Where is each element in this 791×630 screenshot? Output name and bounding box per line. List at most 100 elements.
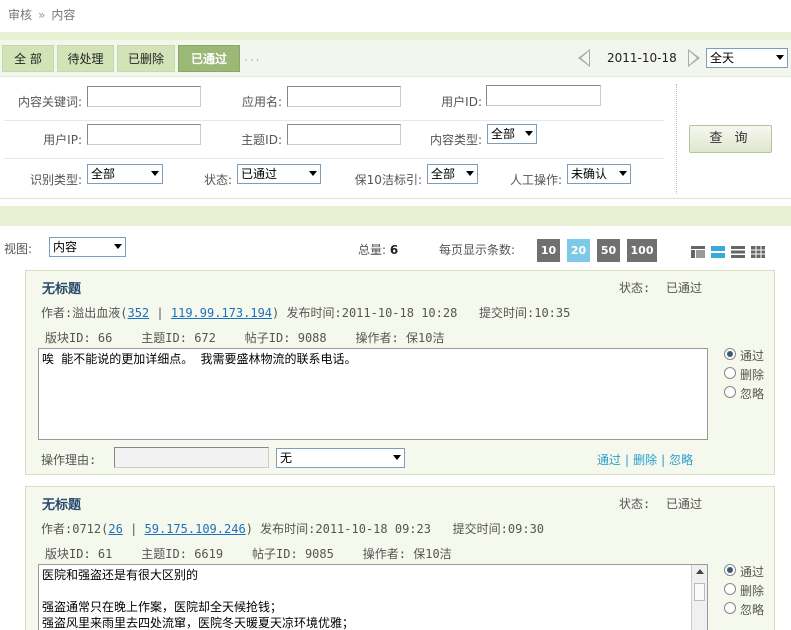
breadcrumb-audit[interactable]: 审核: [8, 8, 32, 22]
post-id-label: 帖子ID:: [244, 331, 291, 345]
publish-label: 发布时间:: [286, 306, 342, 320]
bao10-value: 全部: [431, 167, 456, 181]
content-type-value: 全部: [491, 127, 516, 141]
chevron-down-icon: [309, 171, 317, 176]
filter-separator: [676, 84, 677, 194]
page-size-50[interactable]: 50: [597, 239, 620, 262]
tab-pending[interactable]: 待处理: [57, 45, 114, 72]
tab-deleted[interactable]: 已删除: [117, 45, 175, 72]
reason-input[interactable]: [114, 447, 269, 468]
chevron-down-icon: [619, 171, 627, 176]
tab-more: ...: [244, 50, 262, 64]
status-select[interactable]: 已通过: [237, 164, 321, 184]
keyword-input[interactable]: [87, 86, 201, 107]
author-label: 作者:: [41, 522, 73, 536]
author-ip-link[interactable]: 119.99.173.194: [171, 306, 272, 320]
author-uid-link[interactable]: 26: [108, 522, 122, 536]
tab-approved[interactable]: 已通过: [178, 45, 240, 72]
total-count: 总量: 6: [358, 241, 398, 258]
manual-op-label: 人工操作:: [509, 173, 562, 187]
operator: 保10洁: [413, 547, 452, 561]
recognition-type-select[interactable]: 全部: [87, 164, 163, 184]
card-meta: 作者:0712(26 | 59.175.109.246) 发布时间:2011-1…: [41, 522, 545, 536]
delete-link[interactable]: 删除: [633, 453, 657, 467]
card-title: 无标题: [42, 282, 82, 297]
author-name: 0712: [72, 522, 102, 536]
topic-id: 672: [194, 331, 216, 345]
approve-radio[interactable]: [724, 564, 736, 576]
filter-divider: [4, 120, 664, 121]
author-name: 溢出血液: [72, 306, 121, 320]
user-ip-input[interactable]: [87, 124, 201, 145]
approve-link[interactable]: 通过: [597, 453, 621, 467]
chevron-down-icon: [151, 171, 159, 176]
reason-select[interactable]: 无: [276, 448, 405, 468]
content-type-select[interactable]: 全部: [487, 124, 537, 144]
meta-separator: |: [156, 306, 164, 320]
chevron-down-icon: [776, 55, 784, 60]
view-mode-list-icon[interactable]: [711, 246, 725, 258]
app-name-input[interactable]: [287, 86, 401, 107]
manual-op-select[interactable]: 未确认: [567, 164, 631, 184]
view-label: 视图:: [4, 242, 33, 256]
author-ip-link[interactable]: 59.175.109.246: [145, 522, 246, 536]
delete-radio[interactable]: [724, 583, 736, 595]
card-ids: 版块ID: 66 主题ID: 672 帖子ID: 9088 操作者: 保10洁: [45, 329, 444, 346]
period-select[interactable]: 全天: [706, 48, 788, 68]
topic-id-label: 主题ID:: [241, 133, 282, 147]
user-id-label: 用户ID:: [441, 95, 482, 109]
delete-radio-label: 删除: [740, 368, 765, 382]
content-textarea[interactable]: 唉 能不能说的更加详细点。 我需要盛林物流的联系电话。: [38, 348, 708, 440]
post-id-label: 帖子ID:: [252, 547, 298, 561]
ignore-radio[interactable]: [724, 602, 736, 614]
reason-label: 操作理由:: [41, 453, 97, 467]
operator: 保10洁: [406, 331, 445, 345]
approve-radio-label: 通过: [740, 565, 765, 579]
view-select[interactable]: 内容: [49, 237, 126, 257]
submit-time: 10:35: [534, 306, 571, 320]
scroll-thumb[interactable]: [694, 583, 705, 601]
breadcrumb-separator: »: [38, 8, 46, 22]
recognition-type-label: 识别类型:: [29, 173, 82, 187]
board-id: 66: [97, 331, 113, 345]
prev-date-arrow-icon[interactable]: [578, 49, 590, 67]
recognition-type-value: 全部: [91, 167, 116, 181]
action-separator: |: [625, 453, 630, 467]
card-title: 无标题: [42, 498, 82, 513]
page-size-100[interactable]: 100: [627, 239, 657, 262]
user-ip-label: 用户IP:: [43, 133, 82, 147]
period-select-value: 全天: [710, 51, 735, 65]
user-id-input[interactable]: [486, 85, 601, 106]
approve-radio[interactable]: [724, 348, 736, 360]
status-value: 已通过: [241, 167, 278, 181]
next-date-arrow-icon[interactable]: [688, 49, 700, 67]
breadcrumb: 审核 » 内容: [8, 6, 75, 23]
approve-radio-label: 通过: [740, 349, 765, 363]
author-uid-link[interactable]: 352: [127, 306, 149, 320]
publish-time: 2011-10-18 09:23: [315, 522, 431, 536]
topic-id-input[interactable]: [287, 124, 401, 145]
page-size-20[interactable]: 20: [567, 239, 590, 262]
view-mode-detail-icon[interactable]: [691, 246, 705, 258]
ignore-radio[interactable]: [724, 386, 736, 398]
card-status-value: 已通过: [666, 497, 703, 511]
query-button[interactable]: 查 询: [689, 125, 772, 153]
bao10-select[interactable]: 全部: [427, 164, 478, 184]
per-page-label: 每页显示条数:: [439, 243, 516, 257]
bao10-label: 保10洁标引:: [354, 173, 422, 187]
delete-radio[interactable]: [724, 367, 736, 379]
total-label: 总量:: [358, 243, 387, 257]
content-textarea[interactable]: 医院和强盗还是有很大区别的 强盗通常只在晚上作案，医院却全天候抢钱； 强盗风里来…: [38, 564, 708, 630]
ignore-link[interactable]: 忽略: [669, 453, 693, 467]
page-size-10[interactable]: 10: [537, 239, 560, 262]
current-date: 2011-10-18: [607, 51, 677, 65]
view-mode-compact-icon[interactable]: [731, 246, 745, 258]
operator-label: 操作者:: [355, 331, 399, 345]
view-mode-grid-icon[interactable]: [751, 246, 765, 258]
status-label: 状态:: [203, 173, 232, 187]
tab-all[interactable]: 全 部: [2, 45, 54, 72]
meta-separator: |: [130, 522, 138, 536]
scroll-up-icon[interactable]: [696, 569, 704, 574]
textarea-scrollbar[interactable]: [691, 565, 707, 630]
breadcrumb-content: 内容: [51, 8, 76, 22]
